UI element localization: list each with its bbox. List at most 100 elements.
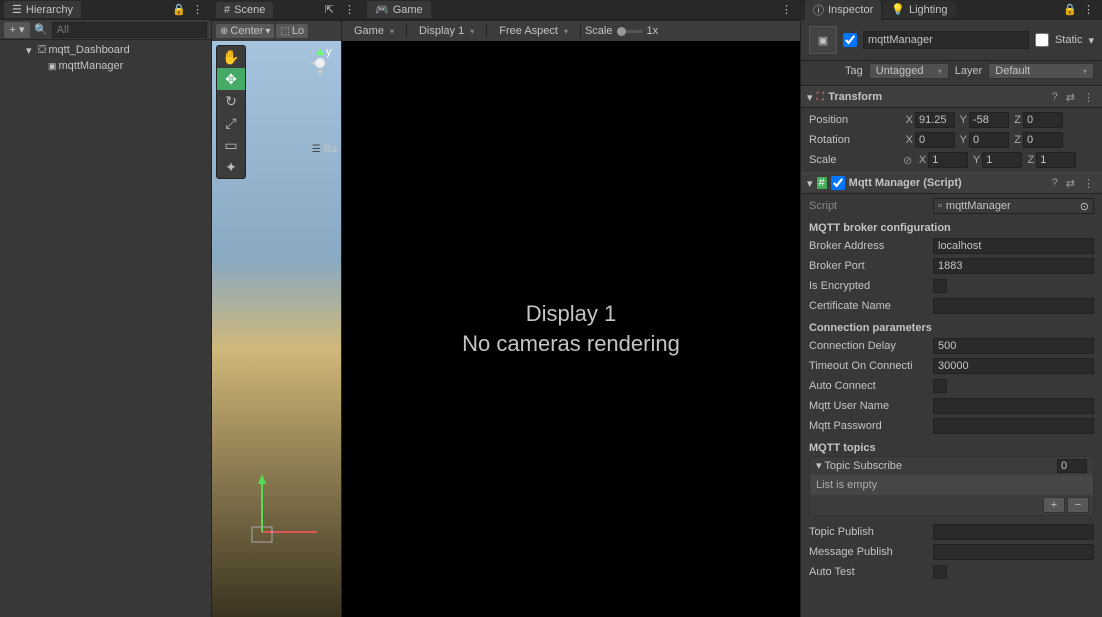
certificate-input[interactable] xyxy=(933,298,1094,314)
scene-pivot-dropdown[interactable]: ⊕Center▾ xyxy=(216,24,274,38)
help-icon[interactable]: ? xyxy=(1050,177,1060,189)
static-checkbox[interactable] xyxy=(1035,33,1049,47)
layer-label: Layer xyxy=(955,65,983,77)
scale-z-input[interactable] xyxy=(1036,152,1076,168)
orientation-gizmo[interactable]: y xyxy=(305,47,335,77)
position-z-input[interactable] xyxy=(1023,112,1063,128)
script-field[interactable]: ▫ mqttManager ⊙ xyxy=(933,198,1094,214)
inspector-menu-icon[interactable]: ⋮ xyxy=(1079,3,1098,16)
broker-section-title: MQTT broker configuration xyxy=(809,222,1094,234)
rect-tool[interactable]: ▭ xyxy=(217,134,245,156)
topic-publish-input[interactable] xyxy=(933,524,1094,540)
preset-icon[interactable]: ⇄ xyxy=(1064,177,1077,190)
constrain-icon[interactable]: ⊘ xyxy=(903,154,912,167)
display-label: Display 1 xyxy=(419,25,464,37)
static-dropdown-icon[interactable]: ▾ xyxy=(1088,34,1094,47)
broker-port-input[interactable] xyxy=(933,258,1094,274)
rotation-y-input[interactable] xyxy=(969,132,1009,148)
hierarchy-item-label: mqttManager xyxy=(59,60,124,72)
auto-test-checkbox[interactable] xyxy=(933,565,947,579)
hierarchy-scene-item[interactable]: ▾ ⛋ mqtt_Dashboard xyxy=(0,42,211,58)
broker-address-input[interactable] xyxy=(933,238,1094,254)
hierarchy-menu-icon[interactable]: ⋮ xyxy=(188,3,207,16)
game-message-1: Display 1 xyxy=(526,301,616,327)
gameobject-enabled-checkbox[interactable] xyxy=(843,33,857,47)
script-label: Script xyxy=(809,200,929,212)
script-icon: ▫ xyxy=(938,200,942,212)
list-remove-button[interactable]: − xyxy=(1067,497,1089,513)
message-publish-input[interactable] xyxy=(933,544,1094,560)
scale-x-input[interactable] xyxy=(928,152,968,168)
hierarchy-gameobject-item[interactable]: ▣ mqttManager xyxy=(0,58,211,74)
scene-tabbar: # Scene ⇱ ⋮ xyxy=(212,0,363,20)
list-add-button[interactable]: + xyxy=(1043,497,1065,513)
mqtt-password-input[interactable] xyxy=(933,418,1094,434)
move-tool[interactable]: ✥ xyxy=(217,68,245,90)
inspector-tabbar: ⓘ Inspector 💡 Lighting 🔒 ⋮ xyxy=(801,0,1102,20)
rotation-label: Rotation xyxy=(809,134,899,146)
connection-delay-input[interactable] xyxy=(933,338,1094,354)
tab-lighting-label: Lighting xyxy=(909,4,948,16)
unity-icon: ⛋ xyxy=(38,44,46,57)
tag-value: Untagged xyxy=(876,65,924,77)
is-encrypted-checkbox[interactable] xyxy=(933,279,947,293)
scene-origin-gizmo xyxy=(232,472,322,552)
aspect-dropdown[interactable]: Free Aspect xyxy=(491,24,576,38)
game-mode-dropdown[interactable]: Game xyxy=(346,24,402,38)
tab-hierarchy[interactable]: ☰ Hierarchy xyxy=(4,1,81,18)
tab-hierarchy-label: Hierarchy xyxy=(26,4,73,16)
gameobject-icon[interactable]: ▣ xyxy=(809,26,837,54)
tab-scene[interactable]: # Scene xyxy=(216,2,273,18)
script-value: mqttManager xyxy=(946,200,1011,212)
tab-game[interactable]: 🎮 Game xyxy=(367,1,431,18)
scale-y-input[interactable] xyxy=(982,152,1022,168)
component-menu-icon[interactable]: ⋮ xyxy=(1081,177,1096,190)
rotation-x-input[interactable] xyxy=(915,132,955,148)
lock-icon[interactable]: 🔒 xyxy=(1063,3,1077,16)
hierarchy-search-input[interactable] xyxy=(52,22,207,38)
mqtt-enabled-checkbox[interactable] xyxy=(831,176,845,190)
transform-tool[interactable]: ✦ xyxy=(217,156,245,178)
scale-tool[interactable]: ⤢ xyxy=(217,112,245,134)
tab-inspector[interactable]: ⓘ Inspector xyxy=(805,0,881,20)
preset-icon[interactable]: ⇄ xyxy=(1064,91,1077,104)
timeout-input[interactable] xyxy=(933,358,1094,374)
hand-tool[interactable]: ✋ xyxy=(217,46,245,68)
scale-value: 1x xyxy=(647,25,659,37)
layer-value: Default xyxy=(995,65,1030,77)
tab-lighting[interactable]: 💡 Lighting xyxy=(883,1,955,18)
rotation-z-input[interactable] xyxy=(1023,132,1063,148)
tag-dropdown[interactable]: Untagged xyxy=(869,63,949,79)
display-dropdown[interactable]: Display 1 xyxy=(411,24,482,38)
list-empty-label: List is empty xyxy=(810,475,1093,495)
hierarchy-add-button[interactable]: + ▾ xyxy=(4,22,30,38)
scene-menu-icon[interactable]: ⋮ xyxy=(340,3,359,16)
auto-connect-checkbox[interactable] xyxy=(933,379,947,393)
game-menu-icon[interactable]: ⋮ xyxy=(777,3,796,16)
component-menu-icon[interactable]: ⋮ xyxy=(1081,91,1096,104)
mqtt-user-input[interactable] xyxy=(933,398,1094,414)
scale-slider[interactable] xyxy=(617,30,643,33)
topic-subscribe-header[interactable]: ▾ Topic Subscribe xyxy=(810,457,1093,475)
help-icon[interactable]: ? xyxy=(1050,91,1060,103)
scene-expand-icon[interactable]: ⇱ xyxy=(321,3,338,16)
certificate-label: Certificate Name xyxy=(809,300,929,312)
rotate-tool[interactable]: ↻ xyxy=(217,90,245,112)
topic-subscribe-count-input[interactable] xyxy=(1057,459,1087,473)
timeout-label: Timeout On Connecti xyxy=(809,360,929,372)
object-picker-icon[interactable]: ⊙ xyxy=(1080,200,1089,213)
search-icon: 🔍 xyxy=(34,23,48,36)
topic-subscribe-label: Topic Subscribe xyxy=(824,460,902,472)
layer-dropdown[interactable]: Default xyxy=(988,63,1094,79)
lock-icon[interactable]: 🔒 xyxy=(172,3,186,16)
position-y-input[interactable] xyxy=(969,112,1009,128)
position-x-input[interactable] xyxy=(915,112,955,128)
transform-title: Transform xyxy=(828,91,1045,103)
gameobject-name-input[interactable] xyxy=(863,31,1029,49)
mqtt-component-header[interactable]: ▾ # Mqtt Manager (Script) ? ⇄ ⋮ xyxy=(801,172,1102,194)
scene-local-dropdown[interactable]: ⬚Lo xyxy=(276,24,308,38)
transform-component-header[interactable]: ▾ ⛶ Transform ? ⇄ ⋮ xyxy=(801,86,1102,108)
chevron-down-icon: ▾ xyxy=(807,91,813,104)
game-canvas: Display 1 No cameras rendering xyxy=(342,41,800,617)
scene-view[interactable]: ⊕Center▾ ⬚Lo ✋ ✥ ↻ ⤢ ▭ ✦ y xyxy=(212,21,342,617)
